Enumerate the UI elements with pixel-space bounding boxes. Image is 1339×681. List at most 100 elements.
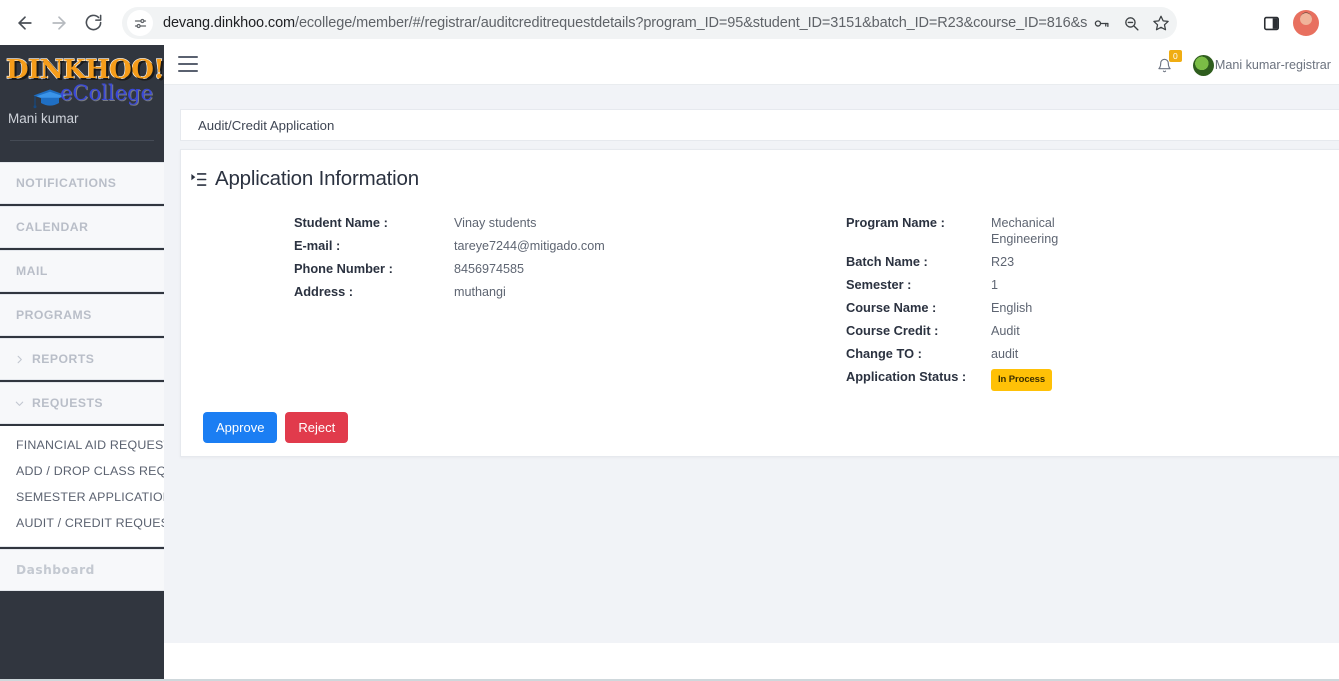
sidebar-item-mail[interactable]: MAIL <box>0 250 164 292</box>
sidebar-item-notifications[interactable]: NOTIFICATIONS <box>0 162 164 204</box>
side-panel-button[interactable] <box>1258 10 1284 36</box>
url-path: /ecollege/member/#/registrar/auditcredit… <box>295 15 1087 31</box>
sidebar-item-calendar[interactable]: CALENDAR <box>0 206 164 248</box>
field-value: Vinay students <box>454 216 537 230</box>
forward-arrow-icon <box>52 15 66 30</box>
sidebar-divider <box>10 140 154 141</box>
chevron-right-icon <box>14 354 25 365</box>
main-content: 0 Mani kumar-registrar Audit/Credit Appl… <box>164 45 1339 681</box>
url-text: devang.dinkhoo.com/ecollege/member/#/reg… <box>163 15 1087 31</box>
submenu-item-label: SEMESTER APPLICATIONS <box>16 490 164 504</box>
sidebar-item-label: NOTIFICATIONS <box>16 176 117 190</box>
status-badge-wrapper: In Process <box>991 369 1053 391</box>
back-arrow-icon <box>18 15 32 30</box>
app-topbar: 0 Mani kumar-registrar <box>164 45 1339 85</box>
sidebar-item-financial-aid-requests[interactable]: FINANCIAL AID REQUESTS <box>0 432 164 458</box>
user-name-label[interactable]: Mani kumar-registrar <box>1215 58 1337 72</box>
bookmark-button[interactable] <box>1147 9 1175 37</box>
field-label: Address : <box>294 284 354 299</box>
back-button[interactable] <box>8 6 42 40</box>
field-application-status: Application Status : In Process <box>846 369 1176 391</box>
field-value: Audit <box>991 324 1020 338</box>
field-value: tareye7244@mitigado.com <box>454 239 605 253</box>
sidebar: DINKHOO! eCollege Mani kumar NOTIFICATIO… <box>0 45 164 681</box>
chevron-down-icon <box>14 398 25 409</box>
field-label: Semester : <box>846 277 912 292</box>
sidebar-item-audit-credit-request[interactable]: AUDIT / CREDIT REQUEST <box>0 510 164 536</box>
footer-strip <box>164 643 1339 681</box>
site-settings-icon[interactable] <box>127 10 153 36</box>
field-program-name: Program Name : Mechanical Engineering <box>846 215 1176 247</box>
field-value: audit <box>991 347 1019 361</box>
field-label: Course Credit : <box>846 323 939 338</box>
indent-list-icon <box>189 170 208 189</box>
field-change-to: Change TO : audit <box>846 346 1176 362</box>
reload-icon <box>85 14 101 31</box>
notification-count-badge: 0 <box>1168 50 1182 62</box>
field-label: E-mail : <box>294 238 341 253</box>
password-manager-button[interactable] <box>1087 9 1115 37</box>
page-title: Application Information <box>215 167 419 190</box>
notification-bell-icon[interactable]: 0 <box>1153 50 1182 77</box>
reload-button[interactable] <box>76 6 110 40</box>
sidebar-item-programs[interactable]: PROGRAMS <box>0 294 164 336</box>
course-info-column: Program Name : Mechanical Engineering Ba… <box>846 215 1176 398</box>
hamburger-menu-icon[interactable] <box>178 56 198 72</box>
star-icon <box>1153 15 1169 31</box>
field-address: Address : muthangi <box>294 284 714 300</box>
forward-button[interactable] <box>42 6 76 40</box>
side-panel-icon <box>1263 16 1279 30</box>
sidebar-item-label: REPORTS <box>32 352 95 366</box>
logo-subtext: eCollege <box>60 81 153 105</box>
student-info-column: Student Name : Vinay students E-mail : t… <box>294 215 714 307</box>
sidebar-item-dashboard[interactable]: Dashboard <box>0 549 164 591</box>
sidebar-item-reports[interactable]: REPORTS <box>0 338 164 380</box>
sidebar-item-label: PROGRAMS <box>16 308 92 322</box>
field-batch-name: Batch Name : R23 <box>846 254 1176 270</box>
browser-profile-avatar[interactable] <box>1293 10 1319 36</box>
field-value: R23 <box>991 255 1015 269</box>
address-bar[interactable]: devang.dinkhoo.com/ecollege/member/#/reg… <box>122 7 1177 39</box>
field-label: Application Status : <box>846 369 967 384</box>
breadcrumb-bar: Audit/Credit Application <box>180 109 1339 141</box>
field-value: 1 <box>991 278 999 292</box>
sidebar-brand: DINKHOO! eCollege Mani kumar <box>0 45 164 150</box>
url-domain: devang.dinkhoo.com <box>163 15 296 31</box>
browser-toolbar: devang.dinkhoo.com/ecollege/member/#/reg… <box>0 0 1339 45</box>
sidebar-submenu-requests: FINANCIAL AID REQUESTS ADD / DROP CLASS … <box>0 426 164 547</box>
page-body: DINKHOO! eCollege Mani kumar NOTIFICATIO… <box>0 45 1339 681</box>
sidebar-item-label: CALENDAR <box>16 220 89 234</box>
sidebar-item-add-drop-class-requests[interactable]: ADD / DROP CLASS REQUESTS <box>0 458 164 484</box>
sidebar-item-label: MAIL <box>16 264 48 278</box>
field-label: Course Name : <box>846 300 937 315</box>
field-value: Mechanical Engineering <box>991 216 1059 246</box>
reject-button[interactable]: Reject <box>285 412 349 443</box>
sidebar-item-label: REQUESTS <box>32 396 104 410</box>
sidebar-item-semester-applications[interactable]: SEMESTER APPLICATIONS <box>0 484 164 510</box>
submenu-item-label: ADD / DROP CLASS REQUESTS <box>16 464 164 478</box>
submenu-item-label: AUDIT / CREDIT REQUEST <box>16 516 164 530</box>
zoom-out-icon <box>1124 16 1139 31</box>
user-avatar[interactable] <box>1192 54 1214 76</box>
field-label: Change TO : <box>846 346 922 361</box>
field-value: 8456974585 <box>454 262 525 276</box>
field-label: Batch Name : <box>846 254 928 269</box>
dinkhoo-logo: DINKHOO! eCollege <box>4 54 164 117</box>
field-value: muthangi <box>454 285 506 299</box>
zoom-button[interactable] <box>1117 9 1145 37</box>
field-value: English <box>991 301 1033 315</box>
sidebar-item-requests[interactable]: REQUESTS <box>0 382 164 424</box>
field-course-credit: Course Credit : Audit <box>846 323 1176 339</box>
action-button-group: Approve Reject <box>203 412 349 443</box>
field-course-name: Course Name : English <box>846 300 1176 316</box>
submenu-item-label: FINANCIAL AID REQUESTS <box>16 438 164 452</box>
sidebar-menu: NOTIFICATIONS CALENDAR MAIL PROGRAMS REP… <box>0 162 164 591</box>
field-label: Student Name : <box>294 215 388 230</box>
topbar-right-group: 0 Mani kumar-registrar <box>1153 45 1339 85</box>
key-icon <box>1094 19 1109 27</box>
information-grid: Student Name : Vinay students E-mail : t… <box>181 215 1339 391</box>
approve-button[interactable]: Approve <box>203 412 278 443</box>
breadcrumb: Audit/Credit Application <box>198 117 335 133</box>
field-label: Program Name : <box>846 215 945 230</box>
field-phone-number: Phone Number : 8456974585 <box>294 261 714 277</box>
